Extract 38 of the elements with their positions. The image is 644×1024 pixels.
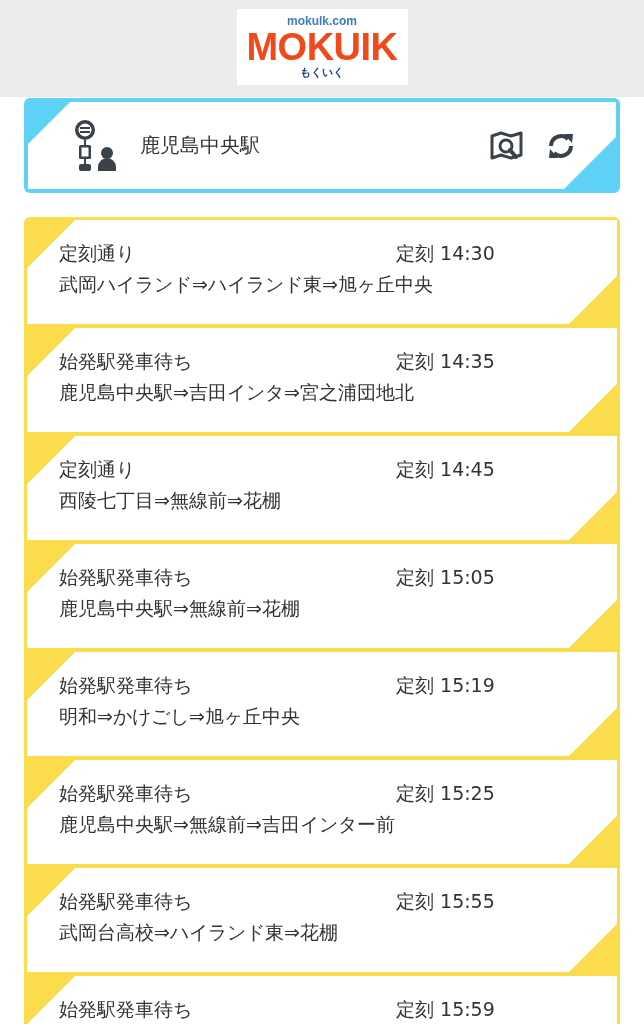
departure-time: 定刻 15:25 xyxy=(396,781,495,806)
logo-domain: mokulk.com xyxy=(287,14,357,28)
departure-card[interactable]: 始発駅発車待ち 定刻 15:19 明和⇒かけごし⇒旭ヶ丘中央 xyxy=(27,652,617,756)
departure-status: 始発駅発車待ち xyxy=(59,349,193,374)
departure-status: 始発駅発車待ち xyxy=(59,673,193,698)
departure-status: 始発駅発車待ち xyxy=(59,997,193,1022)
departure-time: 定刻 15:05 xyxy=(396,565,495,590)
departure-card[interactable]: 定刻通り 定刻 14:30 武岡ハイランド⇒ハイランド東⇒旭ヶ丘中央 xyxy=(27,220,617,324)
departure-status: 定刻通り xyxy=(59,241,136,266)
site-logo[interactable]: mokulk.com MOKUIK もくいく xyxy=(236,9,408,85)
departure-card[interactable]: 始発駅発車待ち 定刻 15:59 xyxy=(27,976,617,1024)
departure-route: 西陵七丁目⇒無線前⇒花棚 xyxy=(59,488,282,513)
logo-kana: もくいく xyxy=(300,66,344,80)
departure-card[interactable]: 始発駅発車待ち 定刻 15:05 鹿児島中央駅⇒無線前⇒花棚 xyxy=(27,544,617,648)
departure-route: 鹿児島中央駅⇒無線前⇒吉田インター前 xyxy=(59,812,396,837)
departure-card[interactable]: 定刻通り 定刻 14:45 西陵七丁目⇒無線前⇒花棚 xyxy=(27,436,617,540)
departure-time: 定刻 15:59 xyxy=(396,997,495,1022)
departure-time: 定刻 14:30 xyxy=(396,241,495,266)
departure-time: 定刻 15:55 xyxy=(396,889,495,914)
departure-route: 鹿児島中央駅⇒吉田インタ⇒宮之浦団地北 xyxy=(59,380,415,405)
departure-card[interactable]: 始発駅発車待ち 定刻 15:25 鹿児島中央駅⇒無線前⇒吉田インター前 xyxy=(27,760,617,864)
stop-name: 鹿児島中央駅 xyxy=(140,132,261,159)
departure-status: 始発駅発車待ち xyxy=(59,565,193,590)
departure-card[interactable]: 始発駅発車待ち 定刻 15:55 武岡台高校⇒ハイランド東⇒花棚 xyxy=(27,868,617,972)
departure-route: 武岡台高校⇒ハイランド東⇒花棚 xyxy=(59,920,339,945)
departure-status: 始発駅発車待ち xyxy=(59,889,193,914)
departure-route: 明和⇒かけごし⇒旭ヶ丘中央 xyxy=(59,704,301,729)
departure-status: 定刻通り xyxy=(59,457,136,482)
departure-route: 武岡ハイランド⇒ハイランド東⇒旭ヶ丘中央 xyxy=(59,272,434,297)
departure-time: 定刻 14:45 xyxy=(396,457,495,482)
departure-card[interactable]: 始発駅発車待ち 定刻 14:35 鹿児島中央駅⇒吉田インタ⇒宮之浦団地北 xyxy=(27,328,617,432)
map-search-icon[interactable] xyxy=(490,129,524,162)
logo-wordmark: MOKUIK xyxy=(246,28,398,66)
departure-time: 定刻 14:35 xyxy=(396,349,495,374)
bus-stop-person-icon xyxy=(74,119,118,172)
departure-time: 定刻 15:19 xyxy=(396,673,495,698)
departure-route: 鹿児島中央駅⇒無線前⇒花棚 xyxy=(59,596,301,621)
departure-status: 始発駅発車待ち xyxy=(59,781,193,806)
